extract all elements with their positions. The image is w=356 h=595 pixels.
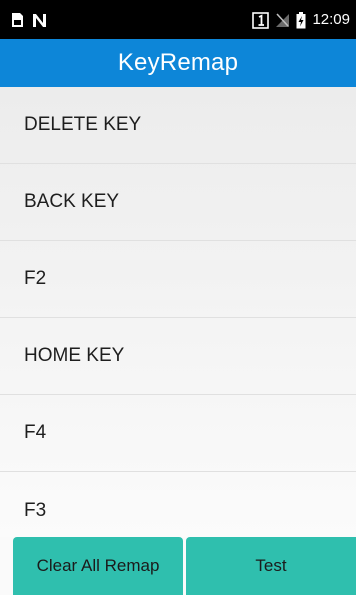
- list-item-label: F2: [24, 268, 47, 289]
- status-right-icons: 12:09: [252, 10, 350, 30]
- battery-charging-icon: [296, 11, 306, 29]
- app-title: KeyRemap: [117, 49, 239, 76]
- test-button[interactable]: Test: [186, 537, 356, 595]
- no-signal-icon: [32, 13, 47, 28]
- status-time: 12:09: [312, 11, 350, 28]
- list-item[interactable]: DELETE KEY: [0, 87, 356, 164]
- key-remap-list[interactable]: DELETE KEY BACK KEY F2 HOME KEY F4 F3: [0, 87, 356, 537]
- list-item[interactable]: F3: [0, 472, 356, 537]
- clear-all-remap-button[interactable]: Clear All Remap: [13, 537, 183, 595]
- action-buttons: Clear All Remap Test: [13, 537, 356, 595]
- status-left-icons: [11, 10, 47, 30]
- list-item[interactable]: BACK KEY: [0, 164, 356, 241]
- sim-card-icon: [11, 12, 24, 28]
- list-item[interactable]: F2: [0, 241, 356, 318]
- list-item[interactable]: F4: [0, 395, 356, 472]
- sim-slot-1-icon: [252, 11, 270, 29]
- list-item-label: F4: [24, 422, 47, 443]
- list-item-label: F3: [24, 499, 47, 521]
- list-item-label: BACK KEY: [24, 191, 120, 212]
- list-item[interactable]: HOME KEY: [0, 318, 356, 395]
- list-item-label: HOME KEY: [24, 345, 125, 366]
- app-bar: KeyRemap: [0, 39, 356, 87]
- list-item-label: DELETE KEY: [24, 114, 142, 135]
- screen: 12:09 KeyRemap DELETE KEY BACK KEY F2 HO…: [0, 0, 356, 595]
- status-bar: 12:09: [0, 0, 356, 39]
- signal-off-icon: [275, 12, 290, 28]
